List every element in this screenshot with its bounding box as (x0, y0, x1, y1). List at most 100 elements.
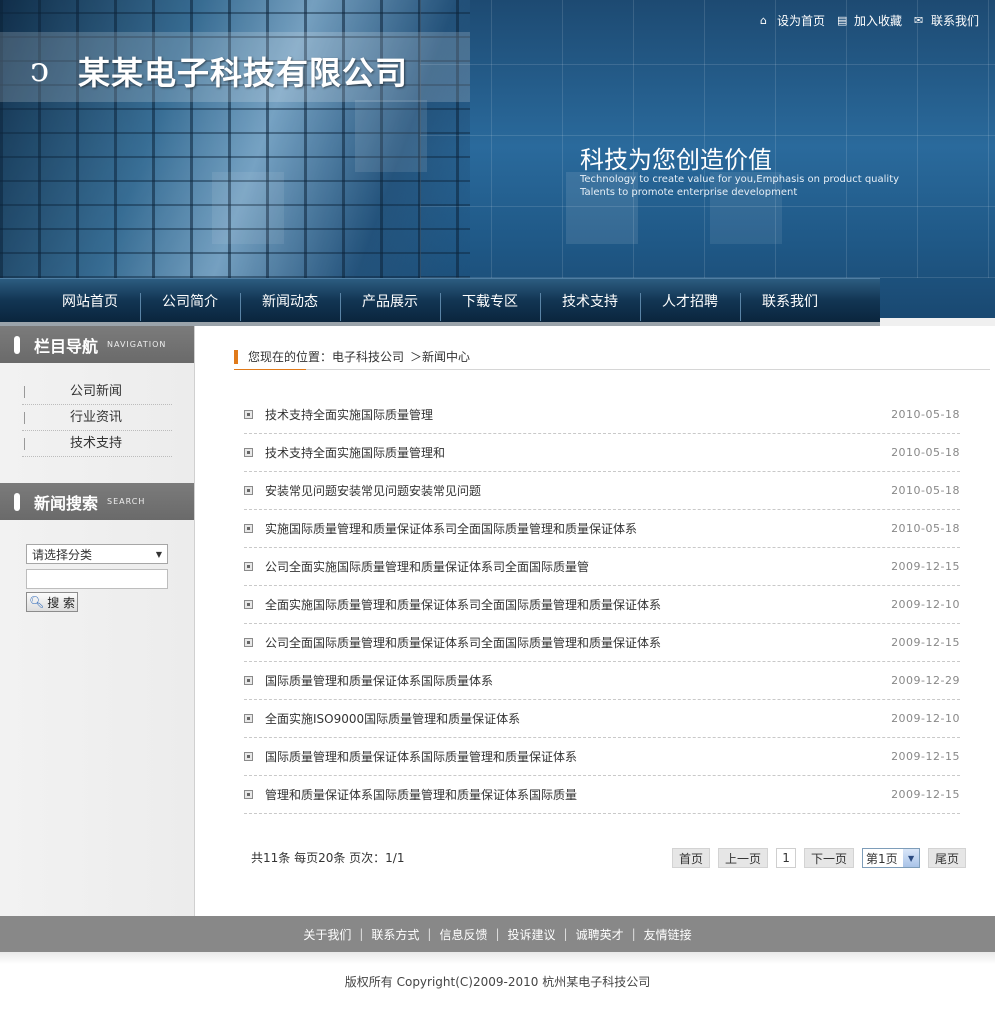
page-select[interactable]: 第1页 ▼ (862, 848, 921, 868)
footer-link[interactable]: 友情链接 (644, 926, 692, 943)
bullet-icon (244, 676, 253, 685)
news-title[interactable]: 国际质量管理和质量保证体系国际质量管理和质量保证体系 (265, 748, 577, 765)
news-title[interactable]: 实施国际质量管理和质量保证体系司全面国际质量管理和质量保证体系 (265, 520, 637, 537)
news-row-left: 安装常见问题安装常见问题安装常见问题 (244, 482, 481, 499)
copyright: 版权所有 Copyright(C)2009-2010 杭州某电子科技公司 (344, 975, 651, 989)
nav-item-news[interactable]: 新闻动态 (240, 279, 340, 323)
footer-link[interactable]: 诚聘英才 (576, 926, 624, 943)
sidebar-search-title-en: SEARCH (107, 497, 146, 506)
header-light-square (355, 100, 427, 172)
add-favorite-label: 加入收藏 (853, 14, 902, 28)
search-icon: 🔍︎ (28, 595, 45, 609)
news-row[interactable]: 全面实施ISO9000国际质量管理和质量保证体系 2009-12-10 (244, 700, 960, 738)
bullet-icon (244, 486, 253, 495)
footer-separator: | (631, 927, 636, 941)
news-row[interactable]: 实施国际质量管理和质量保证体系司全面国际质量管理和质量保证体系 2010-05-1… (244, 510, 960, 548)
sidebar-item-company-news[interactable]: 公司新闻 (22, 379, 172, 405)
current-page-number: 1 (776, 848, 797, 868)
next-page-button[interactable]: 下一页 (804, 848, 855, 868)
bullet-icon (244, 790, 253, 799)
footer-link[interactable]: 关于我们 (303, 926, 351, 943)
news-row[interactable]: 技术支持全面实施国际质量管理 2010-05-18 (244, 396, 960, 434)
news-title[interactable]: 公司全面实施国际质量管理和质量保证体系司全面国际质量管 (265, 558, 589, 575)
footer-link[interactable]: 联系方式 (371, 926, 419, 943)
category-select[interactable]: 请选择分类 ▼ (26, 544, 168, 564)
news-row[interactable]: 安装常见问题安装常见问题安装常见问题 2010-05-18 (244, 472, 960, 510)
bullet-icon (244, 562, 253, 571)
add-favorite-link[interactable]: ▤ 加入收藏 (837, 12, 902, 29)
breadcrumb-marker (234, 349, 238, 364)
sidebar-item-industry-news[interactable]: 行业资讯 (22, 405, 172, 431)
news-title[interactable]: 安装常见问题安装常见问题安装常见问题 (265, 482, 481, 499)
news-row-left: 技术支持全面实施国际质量管理 (244, 406, 433, 423)
contact-us-link[interactable]: ✉ 联系我们 (914, 12, 979, 29)
sidebar-search-header: 新闻搜索 SEARCH (0, 483, 194, 520)
sidebar: 栏目导航 NAVIGATION 公司新闻 行业资讯 技术支持 新闻搜索 SEAR… (0, 326, 195, 916)
news-row[interactable]: 技术支持全面实施国际质量管理和 2010-05-18 (244, 434, 960, 472)
bookmark-icon: ▤ (836, 14, 848, 27)
search-button[interactable]: 🔍︎ 搜 索 (26, 592, 78, 612)
news-row[interactable]: 国际质量管理和质量保证体系国际质量体系 2009-12-29 (244, 662, 960, 700)
news-row-left: 全面实施ISO9000国际质量管理和质量保证体系 (244, 710, 520, 727)
footer-shade (0, 952, 995, 964)
footer-links: 关于我们 | 联系方式 | 信息反馈 | 投诉建议 | 诚聘英才 | 友情链接 (0, 916, 995, 952)
header-grid-pattern (420, 0, 995, 278)
sidebar-nav-header: 栏目导航 NAVIGATION (0, 326, 194, 363)
page-select-value: 第1页 (866, 851, 898, 866)
news-row[interactable]: 公司全面国际质量管理和质量保证体系司全面国际质量管理和质量保证体系 2009-12… (244, 624, 960, 662)
slogan-english: Technology to create value for you,Empha… (580, 173, 899, 199)
breadcrumb: 您现在的位置：电子科技公司 ＞新闻中心 (234, 344, 990, 370)
nav-item-about[interactable]: 公司简介 (140, 279, 240, 323)
nav-item-home[interactable]: 网站首页 (40, 279, 140, 323)
news-title[interactable]: 公司全面国际质量管理和质量保证体系司全面国际质量管理和质量保证体系 (265, 634, 661, 651)
chevron-down-icon: ▼ (155, 549, 162, 559)
bullet-icon (244, 524, 253, 533)
nav-item-support[interactable]: 技术支持 (540, 279, 640, 323)
news-row-left: 技术支持全面实施国际质量管理和 (244, 444, 445, 461)
set-homepage-link[interactable]: ⌂ 设为首页 (760, 12, 825, 29)
category-select-value: 请选择分类 (32, 547, 93, 562)
news-row[interactable]: 全面实施国际质量管理和质量保证体系司全面国际质量管理和质量保证体系 2009-12… (244, 586, 960, 624)
news-title[interactable]: 国际质量管理和质量保证体系国际质量体系 (265, 672, 493, 689)
slogan-english-line: Talents to promote enterprise developmen… (580, 187, 798, 198)
footer-separator: | (359, 927, 364, 941)
news-title[interactable]: 技术支持全面实施国际质量管理和 (265, 444, 445, 461)
sidebar-item-tech-support[interactable]: 技术支持 (22, 431, 172, 457)
news-title[interactable]: 技术支持全面实施国际质量管理 (265, 406, 433, 423)
bullet-icon (244, 410, 253, 419)
news-row[interactable]: 国际质量管理和质量保证体系国际质量管理和质量保证体系 2009-12-15 (244, 738, 960, 776)
nav-item-jobs[interactable]: 人才招聘 (640, 279, 740, 323)
news-date: 2009-12-10 (891, 712, 960, 725)
news-row-left: 国际质量管理和质量保证体系国际质量体系 (244, 672, 493, 689)
last-page-button[interactable]: 尾页 (928, 848, 967, 868)
company-logo-icon: ↄ (30, 50, 50, 90)
news-date: 2009-12-29 (891, 674, 960, 687)
header-bar-icon (14, 492, 20, 511)
prev-page-button[interactable]: 上一页 (718, 848, 769, 868)
breadcrumb-current: ＞新闻中心 (410, 350, 471, 364)
nav-item-downloads[interactable]: 下载专区 (440, 279, 540, 323)
news-row-left: 公司全面国际质量管理和质量保证体系司全面国际质量管理和质量保证体系 (244, 634, 661, 651)
nav-item-contact[interactable]: 联系我们 (740, 279, 840, 323)
news-row[interactable]: 管理和质量保证体系国际质量管理和质量保证体系国际质量 2009-12-15 (244, 776, 960, 814)
search-form: 请选择分类 ▼ 🔍︎ 搜 索 (0, 520, 194, 612)
news-title[interactable]: 管理和质量保证体系国际质量管理和质量保证体系国际质量 (265, 786, 577, 803)
first-page-button[interactable]: 首页 (672, 848, 711, 868)
search-input[interactable] (26, 569, 168, 589)
company-name: 某某电子科技有限公司 (78, 54, 409, 92)
footer-link[interactable]: 信息反馈 (439, 926, 487, 943)
bullet-icon (244, 752, 253, 761)
news-date: 2010-05-18 (891, 522, 960, 535)
news-row-left: 实施国际质量管理和质量保证体系司全面国际质量管理和质量保证体系 (244, 520, 637, 537)
search-button-label: 搜 索 (47, 595, 76, 610)
footer-link[interactable]: 投诉建议 (508, 926, 556, 943)
contact-us-label: 联系我们 (930, 14, 979, 28)
footer-separator: | (563, 927, 568, 941)
sidebar-nav-title-en: NAVIGATION (107, 340, 167, 349)
news-row[interactable]: 公司全面实施国际质量管理和质量保证体系司全面国际质量管 2009-12-15 (244, 548, 960, 586)
nav-item-products[interactable]: 产品展示 (340, 279, 440, 323)
bullet-icon (244, 600, 253, 609)
home-icon: ⌂ (759, 14, 767, 27)
news-title[interactable]: 全面实施ISO9000国际质量管理和质量保证体系 (265, 710, 520, 727)
news-title[interactable]: 全面实施国际质量管理和质量保证体系司全面国际质量管理和质量保证体系 (265, 596, 661, 613)
